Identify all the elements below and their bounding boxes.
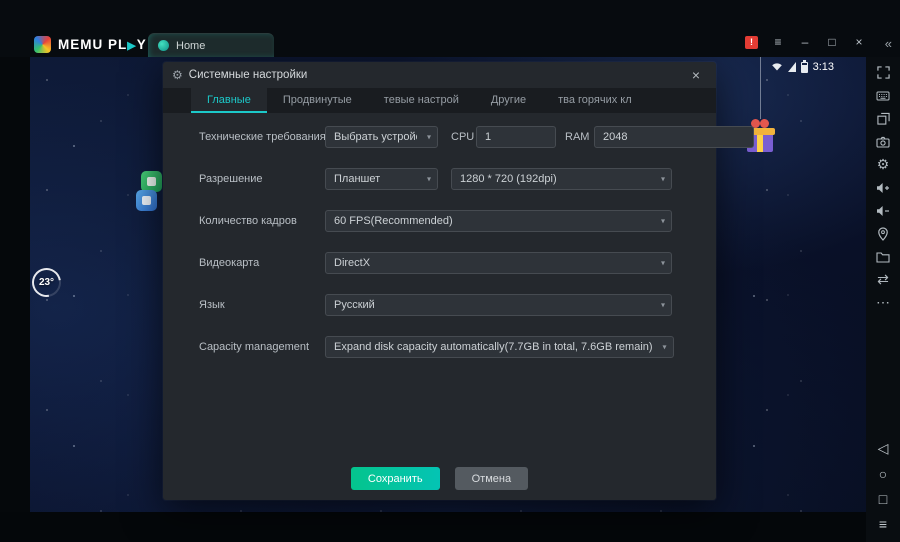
chevron-down-icon: ▾ <box>661 301 665 310</box>
weather-widget[interactable]: 23° <box>32 268 61 297</box>
tab-hotkeys[interactable]: тва горячих кл <box>542 88 648 113</box>
android-back-icon[interactable]: ◁ <box>870 436 896 461</box>
row-capacity: Capacity management Expand disk capacity… <box>199 336 672 358</box>
window-controls: ! ≡ – □ × <box>745 35 866 49</box>
resolution-value: 1280 * 720 (192dpi) <box>460 173 557 185</box>
language-label: Язык <box>199 299 325 311</box>
gpu-label: Видеокарта <box>199 257 325 269</box>
android-home-icon[interactable]: ○ <box>870 461 896 486</box>
chevron-down-icon: ▾ <box>663 343 667 352</box>
gpu-value: DirectX <box>334 257 370 269</box>
capacity-select[interactable]: Expand disk capacity automatically(7.7GB… <box>325 336 674 358</box>
home-tab-label: Home <box>176 40 205 52</box>
cpu-input[interactable] <box>476 126 556 148</box>
dialog-buttons: Сохранить Отмена <box>163 467 716 490</box>
gift-bow-icon <box>751 119 769 128</box>
minimize-button[interactable]: – <box>798 35 812 49</box>
row-fps: Количество кадров 60 FPS(Recommended) ▾ <box>199 210 672 232</box>
memu-logo-icon <box>34 36 51 53</box>
cancel-button[interactable]: Отмена <box>455 467 528 490</box>
dialog-title: Системные настройки <box>189 69 308 81</box>
dialog-gear-icon: ⚙ <box>172 68 183 82</box>
close-window-button[interactable]: × <box>852 35 866 49</box>
weather-temp: 23° <box>32 268 61 297</box>
home-tab-icon <box>158 40 169 51</box>
battery-icon <box>801 62 808 73</box>
fps-label: Количество кадров <box>199 215 325 227</box>
memu-logo: MEMU PL▶Y <box>34 36 147 53</box>
titlebar: MEMU PL▶Y Home ! ≡ – □ × « <box>0 0 900 57</box>
row-language: Язык Русский ▾ <box>199 294 672 316</box>
tab-main[interactable]: Главные <box>191 88 267 113</box>
gift-string <box>760 57 761 119</box>
resolution-type-select[interactable]: Планшет ▾ <box>325 168 438 190</box>
maximize-button[interactable]: □ <box>825 35 839 49</box>
notification-icon[interactable]: ! <box>745 36 758 49</box>
dialog-close-icon[interactable]: × <box>685 67 707 83</box>
tab-home[interactable]: Home <box>148 33 274 57</box>
logo-part2: Y <box>137 37 147 52</box>
save-button[interactable]: Сохранить <box>351 467 440 490</box>
ram-input[interactable] <box>594 126 754 148</box>
resolution-select[interactable]: 1280 * 720 (192dpi) ▾ <box>451 168 672 190</box>
capacity-value: Expand disk capacity automatically(7.7GB… <box>334 341 653 353</box>
memu-window: MEMU PL▶Y Home ! ≡ – □ × « 3:13 23° <box>0 0 900 542</box>
more-icon[interactable]: ⋯ <box>870 291 896 314</box>
location-icon[interactable] <box>870 222 896 245</box>
cell-signal-icon <box>788 62 796 72</box>
logo-part1: MEMU PL <box>58 37 127 52</box>
chevron-down-icon: ▾ <box>661 217 665 226</box>
android-statusbar: 3:13 <box>771 60 834 74</box>
capacity-label: Capacity management <box>199 341 325 353</box>
chevron-down-icon: ▾ <box>661 259 665 268</box>
desktop-app-icon-green[interactable] <box>141 171 162 192</box>
tab-advanced[interactable]: Продвинутые <box>267 88 368 113</box>
fullscreen-icon[interactable] <box>870 61 896 84</box>
android-menu-icon[interactable]: ≡ <box>870 511 896 536</box>
dialog-header: ⚙ Системные настройки × <box>163 62 716 88</box>
chevron-down-icon: ▾ <box>427 133 431 142</box>
logo-play-icon: ▶ <box>127 40 136 52</box>
language-select[interactable]: Русский ▾ <box>325 294 672 316</box>
chevron-down-icon: ▾ <box>427 175 431 184</box>
cpu-label: CPU <box>451 131 476 143</box>
bottom-bar <box>0 512 866 542</box>
toolbar-sidebar: ⚙ ⇄ ⋯ ◁ ○ □ ≡ <box>866 57 900 542</box>
chevron-down-icon: ▾ <box>661 175 665 184</box>
screenshot-icon[interactable] <box>870 130 896 153</box>
tab-other[interactable]: Другие <box>475 88 542 113</box>
android-recents-icon[interactable]: □ <box>870 486 896 511</box>
device-select[interactable]: Выбрать устройство ▾ <box>325 126 438 148</box>
settings-gear-icon[interactable]: ⚙ <box>870 153 896 176</box>
fps-select[interactable]: 60 FPS(Recommended) ▾ <box>325 210 672 232</box>
collapse-sidebar-icon[interactable]: « <box>885 36 892 51</box>
shared-folder-icon[interactable] <box>870 245 896 268</box>
logo-text: MEMU PL▶Y <box>58 37 147 52</box>
gpu-select[interactable]: DirectX ▾ <box>325 252 672 274</box>
tab-network[interactable]: тевые настрой <box>368 88 475 113</box>
volume-up-icon[interactable] <box>870 176 896 199</box>
dialog-tabbar: Главные Продвинутые тевые настрой Другие… <box>163 88 716 113</box>
volume-down-icon[interactable] <box>870 199 896 222</box>
row-gpu: Видеокарта DirectX ▾ <box>199 252 672 274</box>
settings-form: Технические требования Выбрать устройств… <box>163 113 716 500</box>
resolution-label: Разрешение <box>199 173 325 185</box>
resolution-type-value: Планшет <box>334 173 380 185</box>
system-settings-dialog: ⚙ Системные настройки × Главные Продвину… <box>163 62 716 500</box>
row-device: Технические требования Выбрать устройств… <box>199 126 672 148</box>
row-resolution: Разрешение Планшет ▾ 1280 * 720 (192dpi)… <box>199 168 672 190</box>
fps-value: 60 FPS(Recommended) <box>334 215 453 227</box>
clock: 3:13 <box>813 61 834 73</box>
rotate-icon[interactable]: ⇄ <box>870 268 896 291</box>
language-value: Русский <box>334 299 375 311</box>
menu-icon[interactable]: ≡ <box>771 35 785 49</box>
keyboard-icon[interactable] <box>870 84 896 107</box>
device-label: Технические требования <box>199 131 325 143</box>
multi-window-icon[interactable] <box>870 107 896 130</box>
device-select-value: Выбрать устройство <box>334 131 417 143</box>
desktop-app-icon-blue[interactable] <box>136 190 157 211</box>
ram-label: RAM <box>565 131 594 143</box>
